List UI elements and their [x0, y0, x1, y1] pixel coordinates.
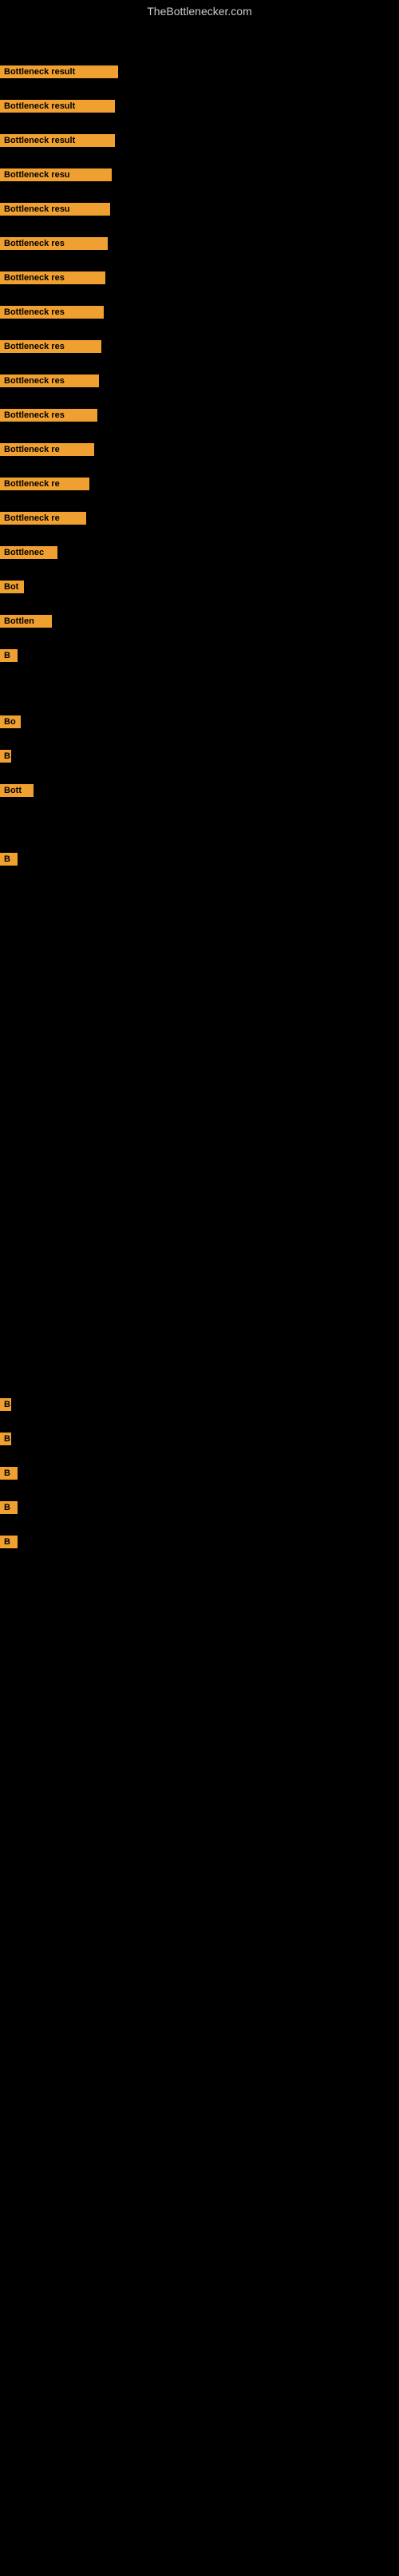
bottleneck-badge: Bottleneck result	[0, 65, 118, 78]
bottleneck-badge: Bottleneck res	[0, 375, 99, 387]
bottleneck-badge: Bottleneck result	[0, 134, 115, 147]
bottleneck-badge: Bottleneck re	[0, 443, 94, 456]
bottleneck-badge: Bott	[0, 784, 34, 797]
bottleneck-badge: B	[0, 1467, 18, 1480]
bottleneck-badge: B	[0, 1501, 18, 1514]
bottleneck-badge: Bottleneck resu	[0, 168, 112, 181]
bottleneck-badge: B	[0, 1433, 11, 1445]
bottleneck-badge: Bottlen	[0, 615, 52, 628]
bottleneck-badge: Bottleneck res	[0, 409, 97, 422]
bottleneck-badge: Bottleneck res	[0, 340, 101, 353]
bottleneck-badge: Bottleneck result	[0, 100, 115, 113]
bottleneck-badge: Bottleneck res	[0, 306, 104, 319]
bottleneck-badge: B	[0, 649, 18, 662]
bottleneck-badge: Bottleneck res	[0, 271, 105, 284]
bottleneck-badge: Bot	[0, 581, 24, 593]
bottleneck-badge: B	[0, 853, 18, 866]
bottleneck-badge: B	[0, 1398, 11, 1411]
bottleneck-badge: Bo	[0, 715, 21, 728]
bottleneck-badge: Bottlenec	[0, 546, 57, 559]
bottleneck-badge: Bottleneck re	[0, 478, 89, 490]
site-title: TheBottlenecker.com	[0, 0, 399, 21]
bottleneck-badge: Bottleneck res	[0, 237, 108, 250]
bottleneck-badge: Bottleneck resu	[0, 203, 110, 216]
bottleneck-badge: Bottleneck re	[0, 512, 86, 525]
bottleneck-badge: B	[0, 1536, 18, 1548]
bottleneck-badge: B	[0, 750, 11, 763]
